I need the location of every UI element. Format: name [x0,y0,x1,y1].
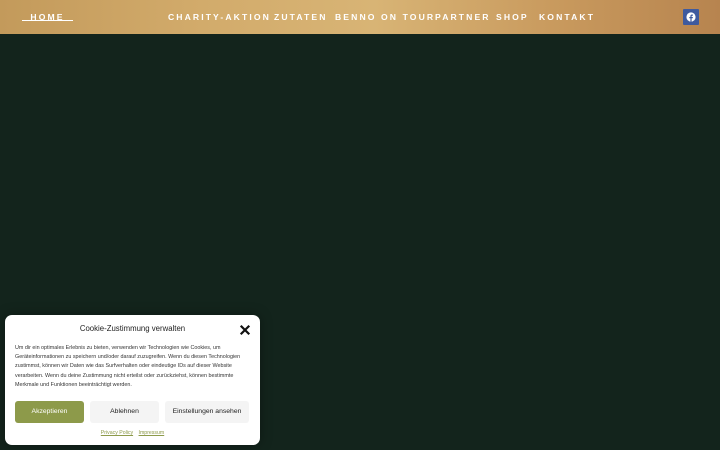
view-settings-button[interactable]: Einstellungen ansehen [165,401,249,423]
active-nav-underline [22,20,73,21]
cookie-description-text: Um dir ein optimales Erlebnis zu bieten,… [15,345,241,388]
accept-button[interactable]: Akzeptieren [15,401,84,423]
facebook-icon [686,12,696,22]
privacy-policy-link[interactable]: Privacy Policy [101,430,133,436]
nav-item-kontakt[interactable]: KONTAKT [539,11,595,23]
close-dialog-button[interactable] [239,323,251,336]
nav-item-home[interactable]: HOME [22,11,73,23]
close-icon [239,324,251,336]
decline-button[interactable]: Ablehnen [90,401,159,423]
nav-item-zutaten[interactable]: ZUTATEN [274,11,328,23]
nav-item-partner[interactable]: PARTNER [435,11,491,23]
nav-item-benno-on-tour[interactable]: BENNO ON TOUR [335,11,435,23]
cookie-dialog-title: Cookie-Zustimmung verwalten [79,324,186,333]
nav-item-shop[interactable]: SHOP [496,11,529,23]
cookie-footer-links: Privacy Policy Impressum [5,429,260,437]
nav-item-charity-aktion[interactable]: CHARITY-AKTION [168,11,271,23]
top-navigation-bar: HOME CHARITY-AKTION ZUTATEN BENNO ON TOU… [0,0,720,34]
facebook-link-button[interactable] [683,9,699,25]
cookie-consent-dialog: Cookie-Zustimmung verwalten Um dir ein o… [5,315,260,445]
imprint-link[interactable]: Impressum [139,430,165,436]
